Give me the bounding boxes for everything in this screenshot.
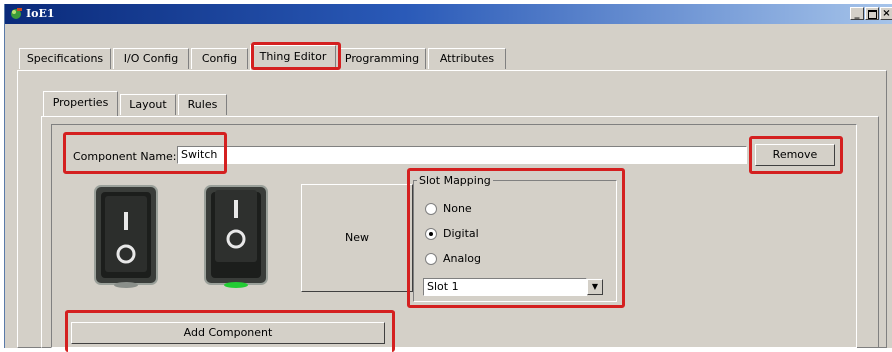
radio-digital-label: Digital xyxy=(443,227,479,240)
add-component-button[interactable]: Add Component xyxy=(71,322,385,344)
tab-specifications[interactable]: Specifications xyxy=(19,48,111,69)
maximize-button[interactable] xyxy=(865,7,879,20)
component-name-label: Component Name: xyxy=(73,150,177,163)
tab-io-config[interactable]: I/O Config xyxy=(113,48,189,69)
radio-digital[interactable] xyxy=(425,228,437,240)
ioe-window: IoE1 _ × Specifications I/O Config Confi… xyxy=(4,4,892,352)
tab-attributes[interactable]: Attributes xyxy=(428,48,506,69)
remove-button[interactable]: Remove xyxy=(755,144,835,166)
tab-rules[interactable]: Rules xyxy=(178,94,227,115)
radio-analog-label: Analog xyxy=(443,252,482,265)
switch-on-image[interactable] xyxy=(201,184,271,290)
radio-selected-dot xyxy=(429,232,433,236)
tab-layout[interactable]: Layout xyxy=(120,94,176,115)
new-button[interactable]: New xyxy=(301,184,413,292)
close-icon: × xyxy=(882,8,891,19)
radio-none[interactable] xyxy=(425,203,437,215)
title-bar[interactable]: IoE1 _ × xyxy=(5,4,892,24)
slot-mapping-title: Slot Mapping xyxy=(417,174,493,187)
radio-none-label: None xyxy=(443,202,472,215)
switch-off-image[interactable] xyxy=(91,184,161,290)
minimize-icon: _ xyxy=(854,8,860,19)
tab-properties[interactable]: Properties xyxy=(43,91,118,116)
close-button[interactable]: × xyxy=(880,7,892,20)
maximize-icon xyxy=(867,10,877,19)
slot-select-dropdown[interactable]: ▼ xyxy=(587,279,603,295)
tab-programming[interactable]: Programming xyxy=(338,48,426,69)
tab-config[interactable]: Config xyxy=(191,48,248,69)
slot-select[interactable]: Slot 1 xyxy=(423,278,587,296)
tab-thing-editor[interactable]: Thing Editor xyxy=(250,45,336,70)
slot-select-value: Slot 1 xyxy=(427,280,459,293)
app-icon xyxy=(11,8,22,19)
minimize-button[interactable]: _ xyxy=(850,7,864,20)
chevron-down-icon: ▼ xyxy=(591,282,599,291)
component-name-input[interactable]: Switch xyxy=(177,146,747,164)
radio-analog[interactable] xyxy=(425,253,437,265)
window-title: IoE1 xyxy=(26,7,55,20)
